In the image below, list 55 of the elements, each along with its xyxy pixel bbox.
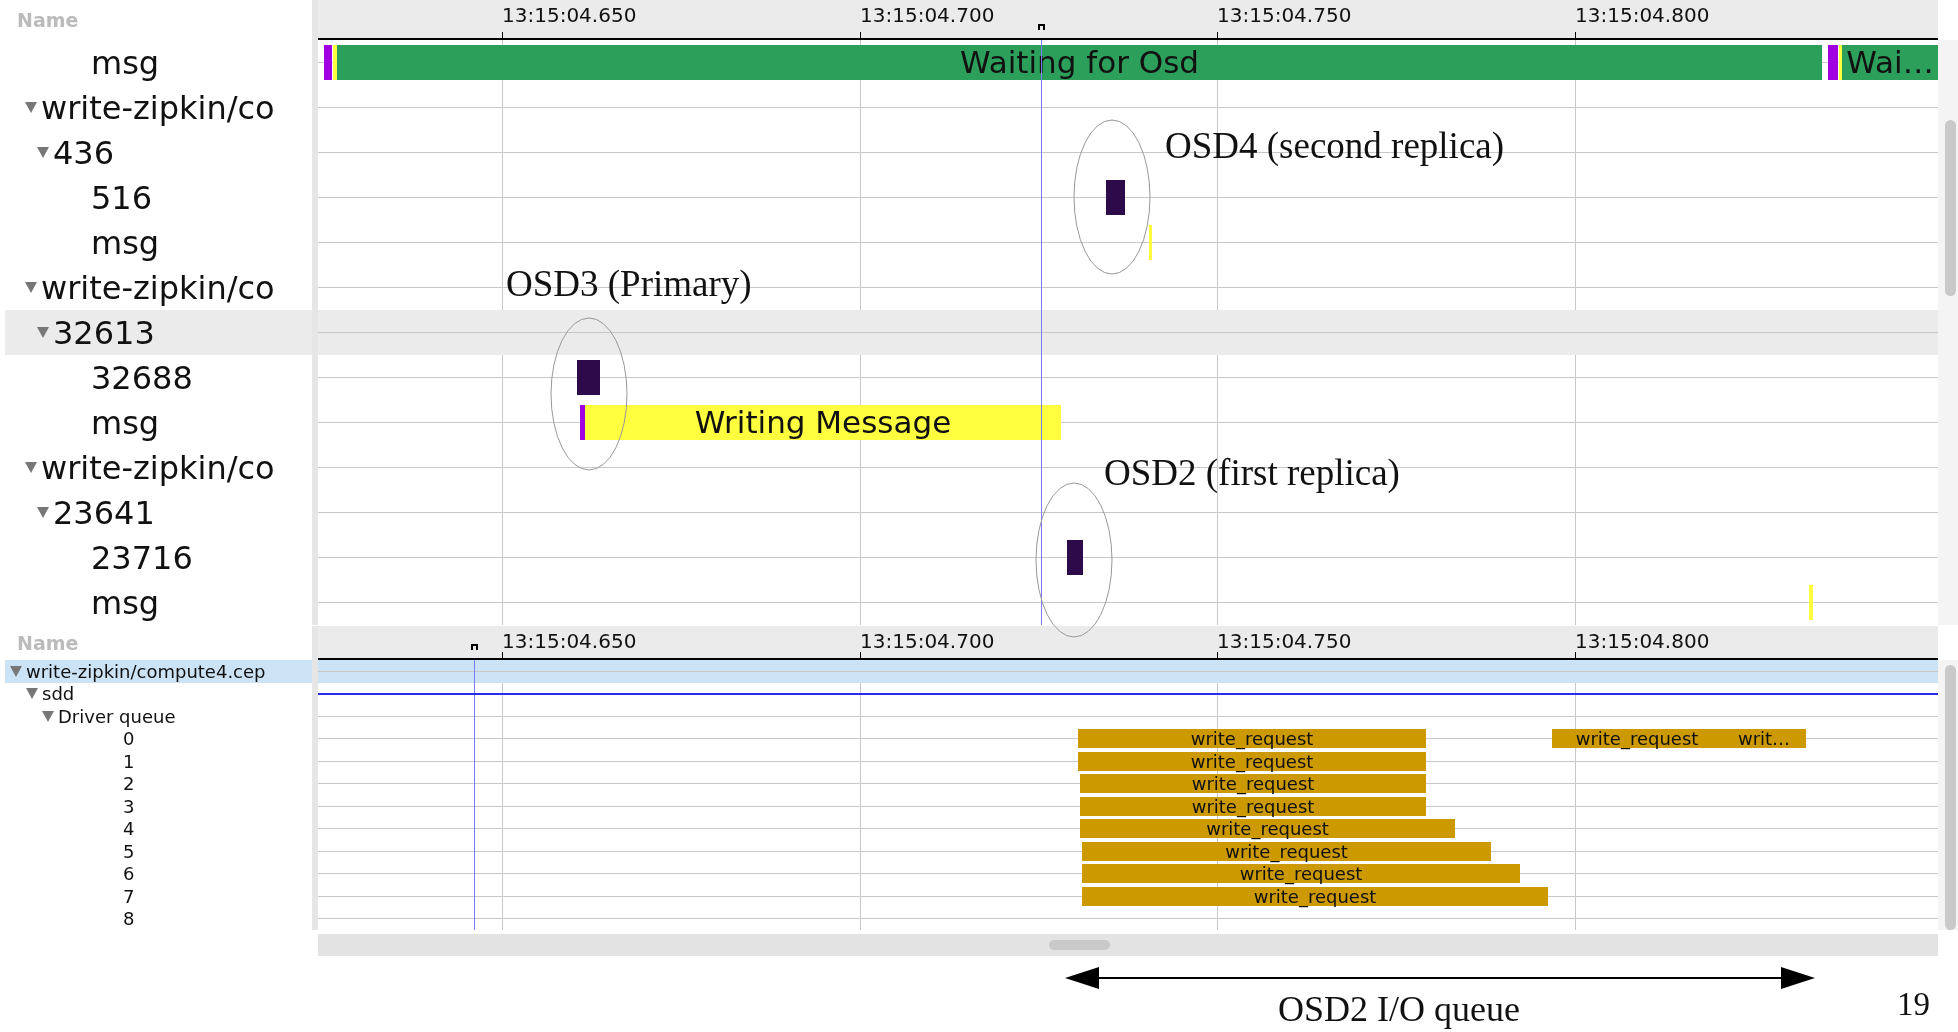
event-marker[interactable] [324, 45, 332, 80]
tick-label: 13:15:04.650 [502, 4, 637, 26]
arrow-label: OSD2 I/O queue [1278, 990, 1520, 1030]
expand-arrow-icon[interactable] [10, 665, 22, 677]
expand-arrow-icon[interactable] [26, 688, 38, 700]
state-bar[interactable]: write_request [1082, 841, 1491, 861]
state-bar[interactable]: write_request [1080, 796, 1426, 816]
scroll-thumb[interactable] [1945, 120, 1956, 296]
event-marker[interactable] [1106, 180, 1125, 215]
state-bar[interactable]: write_request [1080, 819, 1455, 839]
state-bar[interactable]: write_request [1080, 774, 1426, 794]
expand-arrow-icon[interactable] [37, 147, 49, 158]
event-marker[interactable] [1828, 45, 1838, 80]
page-number: 19 [1897, 986, 1930, 1023]
row-highlight[interactable] [318, 660, 1938, 683]
expand-arrow-icon[interactable] [25, 282, 37, 293]
scroll-thumb[interactable] [1049, 940, 1110, 950]
annotation-label: OSD3 (Primary) [506, 264, 752, 305]
state-bar[interactable]: write_request [1078, 729, 1426, 749]
tick-label: 13:15:04.800 [1575, 4, 1710, 26]
cursor-marker-icon [1038, 24, 1045, 30]
state-bar[interactable]: writ… [1722, 729, 1806, 749]
tick-label: 13:15:04.650 [502, 630, 637, 652]
event-marker[interactable] [333, 45, 337, 80]
state-bar[interactable]: write_request [1552, 729, 1722, 749]
annotation-label: OSD2 (first replica) [1104, 453, 1400, 494]
cursor-marker-icon [471, 644, 478, 650]
state-bar[interactable]: write_request [1078, 751, 1426, 771]
scroll-thumb[interactable] [1945, 665, 1956, 930]
event-marker[interactable] [1839, 45, 1842, 80]
expand-arrow-icon[interactable] [42, 710, 54, 722]
expand-arrow-icon[interactable] [25, 102, 37, 113]
tick-label: 13:15:04.750 [1217, 4, 1352, 26]
state-bar[interactable]: write_request [1082, 886, 1548, 906]
tick-label: 13:15:04.700 [860, 630, 995, 652]
event-marker[interactable] [1809, 585, 1813, 620]
cursor-line[interactable] [474, 660, 475, 930]
event-marker[interactable] [1149, 225, 1152, 260]
expand-arrow-icon[interactable] [25, 462, 37, 473]
state-bar[interactable]: Writing Message [585, 405, 1061, 440]
event-marker[interactable] [577, 360, 600, 395]
tick-label: 13:15:04.750 [1217, 630, 1352, 652]
annotation-label: OSD4 (second replica) [1165, 126, 1505, 167]
event-marker[interactable] [580, 405, 585, 440]
row-highlight[interactable] [318, 310, 1938, 355]
state-bar[interactable]: write_request [1082, 864, 1520, 884]
tick-label: 13:15:04.800 [1575, 630, 1710, 652]
expand-arrow-icon[interactable] [37, 327, 49, 338]
event-marker[interactable] [1067, 540, 1083, 575]
cursor-line[interactable] [1041, 40, 1042, 625]
state-bar[interactable]: Wai… [1842, 45, 1938, 80]
tick-label: 13:15:04.700 [860, 4, 995, 26]
column-header: Name [17, 630, 79, 656]
expand-arrow-icon[interactable] [37, 507, 49, 518]
column-header: Name [17, 7, 79, 33]
